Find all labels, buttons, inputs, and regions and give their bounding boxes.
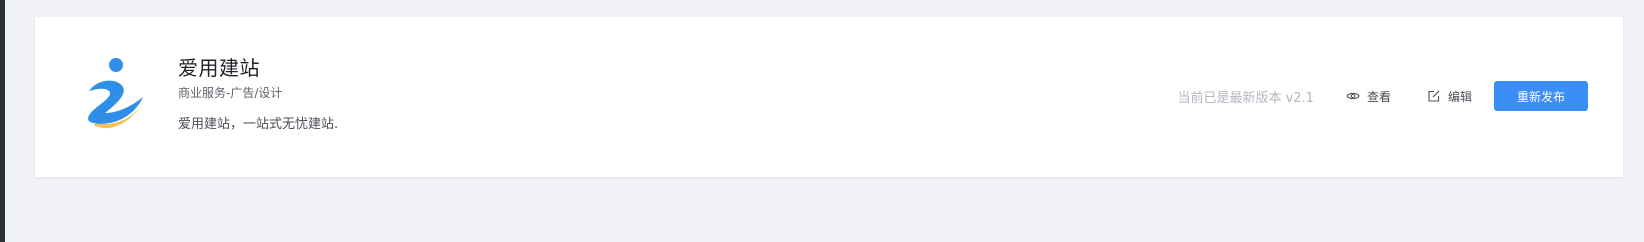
app-actions: 当前已是最新版本 v2.1 查看 编辑 重新发布 [1177,81,1588,111]
app-info: 爱用建站 商业服务-广告/设计 爱用建站，一站式无忧建站. [178,55,338,134]
version-status: 当前已是最新版本 v2.1 [1177,90,1314,106]
eye-icon [1346,89,1360,103]
app-logo [83,57,149,137]
edit-icon [1427,89,1441,103]
app-category: 商业服务-广告/设计 [178,86,283,100]
republish-button[interactable]: 重新发布 [1494,81,1588,111]
app-name: 爱用建站 [178,56,260,80]
view-link[interactable]: 查看 [1346,88,1391,105]
edit-label: 编辑 [1447,89,1472,104]
edit-link[interactable]: 编辑 [1427,88,1472,105]
app-description: 爱用建站，一站式无忧建站. [178,117,339,132]
view-label: 查看 [1366,89,1391,104]
window-left-edge [0,0,5,242]
app-card: 爱用建站 商业服务-广告/设计 爱用建站，一站式无忧建站. 当前已是最新版本 v… [35,17,1623,177]
